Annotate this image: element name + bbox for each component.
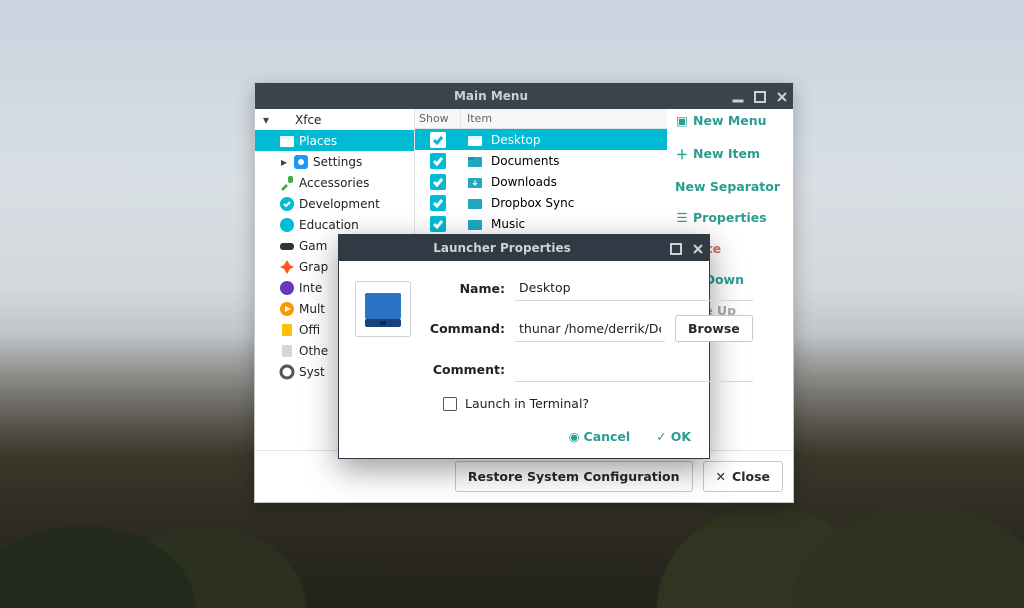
plus-box-icon: ▣ [675, 113, 689, 128]
checkbox-icon[interactable] [443, 397, 457, 411]
system-icon [279, 364, 295, 380]
tree-item-accessories[interactable]: Accessories [255, 172, 414, 193]
minimize-button[interactable] [727, 89, 749, 103]
header-show[interactable]: Show [415, 109, 461, 128]
list-item-label: Documents [491, 154, 559, 168]
accessories-icon [279, 175, 295, 191]
dialog-titlebar[interactable]: Launcher Properties [339, 235, 709, 261]
header-item[interactable]: Item [461, 109, 667, 128]
folder-places-icon [279, 133, 295, 149]
list-row-documents[interactable]: Documents [415, 150, 667, 171]
tree-item-label: Syst [299, 365, 325, 379]
checkbox-icon[interactable] [430, 132, 446, 148]
list-item-label: Desktop [491, 133, 541, 147]
list-row-dropbox[interactable]: Dropbox Sync [415, 192, 667, 213]
folder-icon [467, 174, 483, 190]
launch-terminal-row[interactable]: Launch in Terminal? [423, 396, 753, 411]
checkbox-icon[interactable] [430, 216, 446, 232]
folder-icon [467, 153, 483, 169]
plus-icon: ＋ [675, 144, 689, 163]
folder-icon [467, 216, 483, 232]
tree-item-label: Gam [299, 239, 327, 253]
browse-button[interactable]: Browse [675, 315, 753, 342]
other-icon [279, 343, 295, 359]
maximize-button[interactable] [665, 241, 687, 255]
new-menu-link[interactable]: ▣New Menu [675, 113, 785, 128]
ok-button[interactable]: ✓OK [656, 429, 691, 444]
folder-icon [467, 195, 483, 211]
dev-icon [279, 196, 295, 212]
office-icon [279, 322, 295, 338]
tree-item-label: Grap [299, 260, 328, 274]
command-label: Command: [423, 321, 505, 336]
close-main-button[interactable]: ✕Close [703, 461, 783, 492]
maximize-button[interactable] [749, 89, 771, 103]
main-menu-title: Main Menu [255, 89, 727, 103]
tree-item-label: Education [299, 218, 359, 232]
tree-item-label: Settings [313, 155, 362, 169]
tree-item-development[interactable]: Development [255, 193, 414, 214]
tree-item-label: Othe [299, 344, 328, 358]
cancel-button[interactable]: ◉Cancel [569, 429, 631, 444]
launch-terminal-label: Launch in Terminal? [465, 396, 589, 411]
properties-link[interactable]: ☰Properties [675, 210, 785, 225]
dialog-footer: ◉Cancel ✓OK [339, 419, 709, 458]
name-input[interactable] [515, 275, 753, 301]
tree-item-label: Offi [299, 323, 320, 337]
chevron-right-icon: ▸ [279, 155, 289, 169]
close-button[interactable] [687, 241, 709, 255]
tree-root-label: Xfce [295, 113, 321, 127]
internet-icon [279, 280, 295, 296]
checkbox-icon[interactable] [430, 174, 446, 190]
command-input[interactable] [515, 316, 665, 342]
comment-label: Comment: [423, 362, 505, 377]
list-row-downloads[interactable]: Downloads [415, 171, 667, 192]
tree-item-label: Accessories [299, 176, 369, 190]
tree-root-row[interactable]: ▾ Xfce [255, 109, 414, 130]
education-icon [279, 217, 295, 233]
cancel-icon: ◉ [569, 429, 580, 444]
list-item-label: Downloads [491, 175, 557, 189]
new-item-link[interactable]: ＋New Item [675, 144, 785, 163]
main-menu-titlebar[interactable]: Main Menu [255, 83, 793, 109]
graphics-icon [279, 259, 295, 275]
list-row-music[interactable]: Music [415, 213, 667, 234]
settings-icon [293, 154, 309, 170]
new-separator-link[interactable]: New Separator [675, 179, 785, 194]
close-button[interactable] [771, 89, 793, 103]
close-icon: ✕ [716, 469, 726, 484]
item-list-header: Show Item [415, 109, 667, 129]
list-row-desktop[interactable]: Desktop [415, 129, 667, 150]
games-icon [279, 238, 295, 254]
tree-item-label: Inte [299, 281, 322, 295]
tree-item-label: Places [299, 134, 337, 148]
dialog-body: Name: Command: Browse Comment: Launch in… [339, 261, 709, 419]
check-icon: ✓ [656, 429, 666, 444]
dialog-title: Launcher Properties [339, 241, 665, 255]
tree-item-settings[interactable]: ▸ Settings [255, 151, 414, 172]
checkbox-icon[interactable] [430, 195, 446, 211]
multimedia-icon [279, 301, 295, 317]
tree-item-label: Development [299, 197, 380, 211]
list-item-label: Dropbox Sync [491, 196, 574, 210]
tree-item-places[interactable]: Places [255, 130, 414, 151]
launcher-properties-dialog: Launcher Properties Name: Command: Brows… [338, 234, 710, 459]
tree-item-label: Mult [299, 302, 325, 316]
folder-icon [467, 132, 483, 148]
list-icon: ☰ [675, 210, 689, 225]
checkbox-icon[interactable] [430, 153, 446, 169]
launcher-icon-button[interactable] [355, 281, 411, 337]
list-item-label: Music [491, 217, 525, 231]
restore-config-button[interactable]: Restore System Configuration [455, 461, 693, 492]
comment-input[interactable] [515, 356, 753, 382]
name-label: Name: [423, 281, 505, 296]
xfce-logo-icon [275, 112, 291, 128]
tree-item-education[interactable]: Education [255, 214, 414, 235]
chevron-down-icon: ▾ [261, 113, 271, 127]
